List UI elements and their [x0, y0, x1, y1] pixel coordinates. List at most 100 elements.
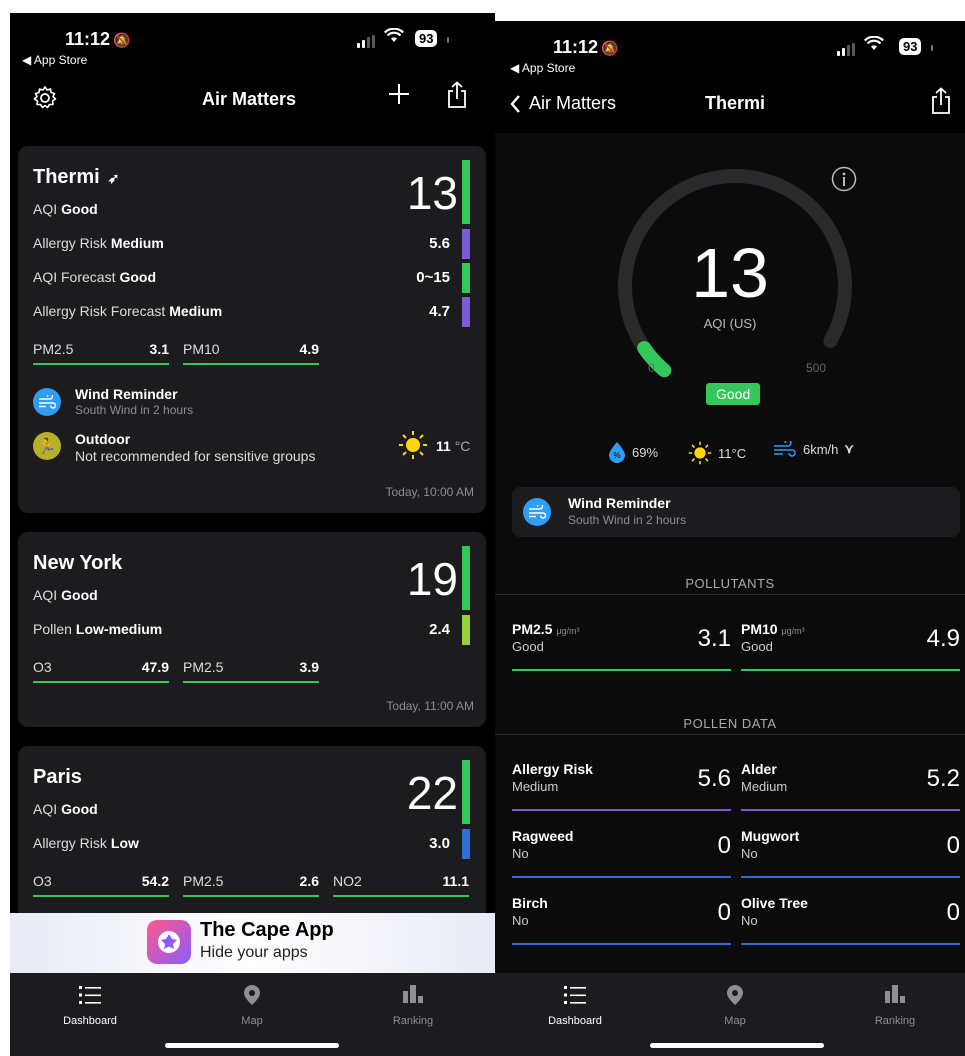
list-icon: [515, 985, 635, 1009]
location-arrow-icon: ➶: [107, 170, 120, 186]
updated-time: Today, 10:00 AM: [385, 485, 475, 499]
allergy-risk-value: 5.6: [429, 235, 450, 252]
wind-direction-icon: ⋎: [844, 441, 854, 456]
cape-app-icon: [147, 920, 191, 964]
city-name: Thermi ➶: [33, 166, 120, 188]
pollutant-cell-no2: NO2 11.1: [333, 873, 469, 897]
pollen-ragweed[interactable]: Ragweed No 0: [512, 828, 731, 878]
nav-bar: Air Matters: [10, 73, 495, 121]
gauge-min: 0: [648, 361, 655, 375]
pollen-alder[interactable]: Alder Medium 5.2: [741, 761, 960, 811]
tab-ranking[interactable]: Ranking: [835, 985, 955, 1027]
battery-tip: [447, 37, 449, 43]
aqi-gauge: [618, 169, 852, 378]
aqi-row: AQI Good: [33, 587, 98, 603]
tab-bar: Dashboard Map Ranking: [10, 973, 495, 1056]
battery-level: 93: [415, 30, 438, 47]
aqi-forecast-value: 0~15: [416, 269, 450, 286]
aqi-value: 13: [406, 167, 458, 219]
pollutant-cell-pm25: PM2.5 2.6: [183, 873, 319, 897]
status-bar: 11:12 🔕 ◀ App Store 93: [10, 13, 495, 69]
pollen-olive-tree[interactable]: Olive Tree No 0: [741, 895, 960, 945]
wind-reading: 6km/h ⋎: [773, 441, 854, 457]
share-icon[interactable]: [446, 81, 468, 114]
list-icon: [30, 985, 150, 1009]
tab-dashboard[interactable]: Dashboard: [515, 985, 635, 1027]
status-time: 11:12 🔕: [65, 29, 131, 49]
add-icon[interactable]: [388, 83, 410, 110]
allergy-level-bar: [462, 829, 470, 859]
aqi-row: AQI Good: [33, 201, 98, 217]
city-name: Paris: [33, 766, 82, 788]
reminder-title: Wind Reminder: [75, 386, 178, 402]
pollutant-cell-pm25: PM2.5 3.1: [33, 341, 169, 365]
humidity-reading: % 69%: [608, 441, 658, 463]
allergy-forecast-row: Allergy Risk Forecast Medium: [33, 303, 223, 319]
ad-subtitle: Hide your apps: [200, 944, 308, 961]
pollutant-cell-o3: O3 47.9: [33, 659, 169, 683]
sun-icon: [398, 430, 428, 465]
allergy-level-bar: [462, 229, 470, 259]
runner-icon: 🏃: [33, 432, 61, 460]
wind-icon: [774, 441, 796, 457]
city-name: New York: [33, 552, 123, 574]
aqi-value: 22: [406, 767, 458, 819]
aqi-level-bar: [462, 160, 470, 224]
pollutant-pm25[interactable]: PM2.5 μg/m³ Good 3.1: [512, 621, 731, 671]
wind-reminder-card[interactable]: Wind Reminder South Wind in 2 hours: [512, 487, 960, 537]
reminder-title: Wind Reminder: [568, 495, 671, 511]
pollutants-header: POLLUTANTS: [685, 576, 775, 591]
allergy-risk-row: Allergy Risk Medium: [33, 235, 164, 251]
home-indicator[interactable]: [165, 1043, 339, 1048]
home-indicator[interactable]: [650, 1043, 824, 1048]
pollutant-cell-pm10: PM10 4.9: [183, 341, 319, 365]
pollen-level-bar: [462, 615, 470, 645]
city-card-thermi[interactable]: Thermi ➶ 13 AQI Good Allergy Risk Medium 5.…: [18, 146, 486, 513]
tab-ranking[interactable]: Ranking: [353, 985, 473, 1027]
wifi-icon: [384, 27, 404, 48]
allergy-forecast-value: 4.7: [429, 303, 450, 320]
pollen-allergy-risk[interactable]: Allergy Risk Medium 5.6: [512, 761, 731, 811]
city-card-new-york[interactable]: New York 19 AQI Good Pollen Low-medium 2.4…: [18, 532, 486, 727]
sun-icon: [688, 441, 712, 465]
temperature-reading: 11°C: [688, 441, 746, 465]
temperature-reading: 11 °C: [436, 438, 471, 454]
info-icon[interactable]: [831, 166, 857, 197]
ad-title: The Cape App: [200, 919, 334, 941]
aqi-level-bar: [462, 760, 470, 824]
tab-bar: Dashboard Map Ranking: [495, 973, 965, 1056]
ranking-bars-icon: [835, 985, 955, 1009]
pollen-birch[interactable]: Birch No 0: [512, 895, 731, 945]
pollen-mugwort[interactable]: Mugwort No 0: [741, 828, 960, 878]
city-card-paris[interactable]: Paris 22 AQI Good Allergy Risk Low 3.0 O3 5…: [18, 746, 486, 936]
map-pin-icon: [675, 985, 795, 1009]
tab-map[interactable]: Map: [192, 985, 312, 1027]
reminder-subtitle: South Wind in 2 hours: [568, 513, 687, 527]
aqi-value: 19: [406, 553, 458, 605]
back-to-app-store[interactable]: ◀ App Store: [22, 53, 87, 67]
forecast-level-bar: [462, 263, 470, 293]
aqi-level-bar: [462, 546, 470, 610]
tab-dashboard[interactable]: Dashboard: [30, 985, 150, 1027]
pollutant-pm10[interactable]: PM10 μg/m³ Good 4.9: [741, 621, 960, 671]
settings-gear-icon[interactable]: [32, 85, 58, 116]
page-title: Air Matters: [202, 89, 297, 109]
aqi-value: 13: [691, 234, 769, 312]
city-detail-screen: 11:12 🔕 ◀ App Store 93 Air Matters Thermi…: [495, 21, 965, 1056]
allergy-risk-row: Allergy Risk Low: [33, 835, 139, 851]
aqi-unit: AQI (US): [703, 316, 757, 331]
allergy-risk-value: 3.0: [429, 835, 450, 852]
humidity-drop-icon: %: [609, 442, 625, 463]
ad-banner[interactable]: The Cape App Hide your apps: [10, 913, 495, 973]
gauge-max: 500: [806, 361, 827, 375]
tab-map[interactable]: Map: [675, 985, 795, 1027]
silent-bell-icon: 🔕: [113, 32, 131, 48]
divider: [495, 734, 965, 735]
wind-icon: [33, 388, 61, 416]
pollutant-cell-o3: O3 54.2: [33, 873, 169, 897]
outdoor-title: Outdoor: [75, 431, 131, 447]
dashboard-screen: 11:12 🔕 ◀ App Store 93 Air Matters Thermi…: [10, 13, 495, 1056]
pollen-header: POLLEN DATA: [683, 716, 777, 731]
signal-icon: [357, 35, 375, 48]
pollen-value: 2.4: [429, 621, 450, 638]
